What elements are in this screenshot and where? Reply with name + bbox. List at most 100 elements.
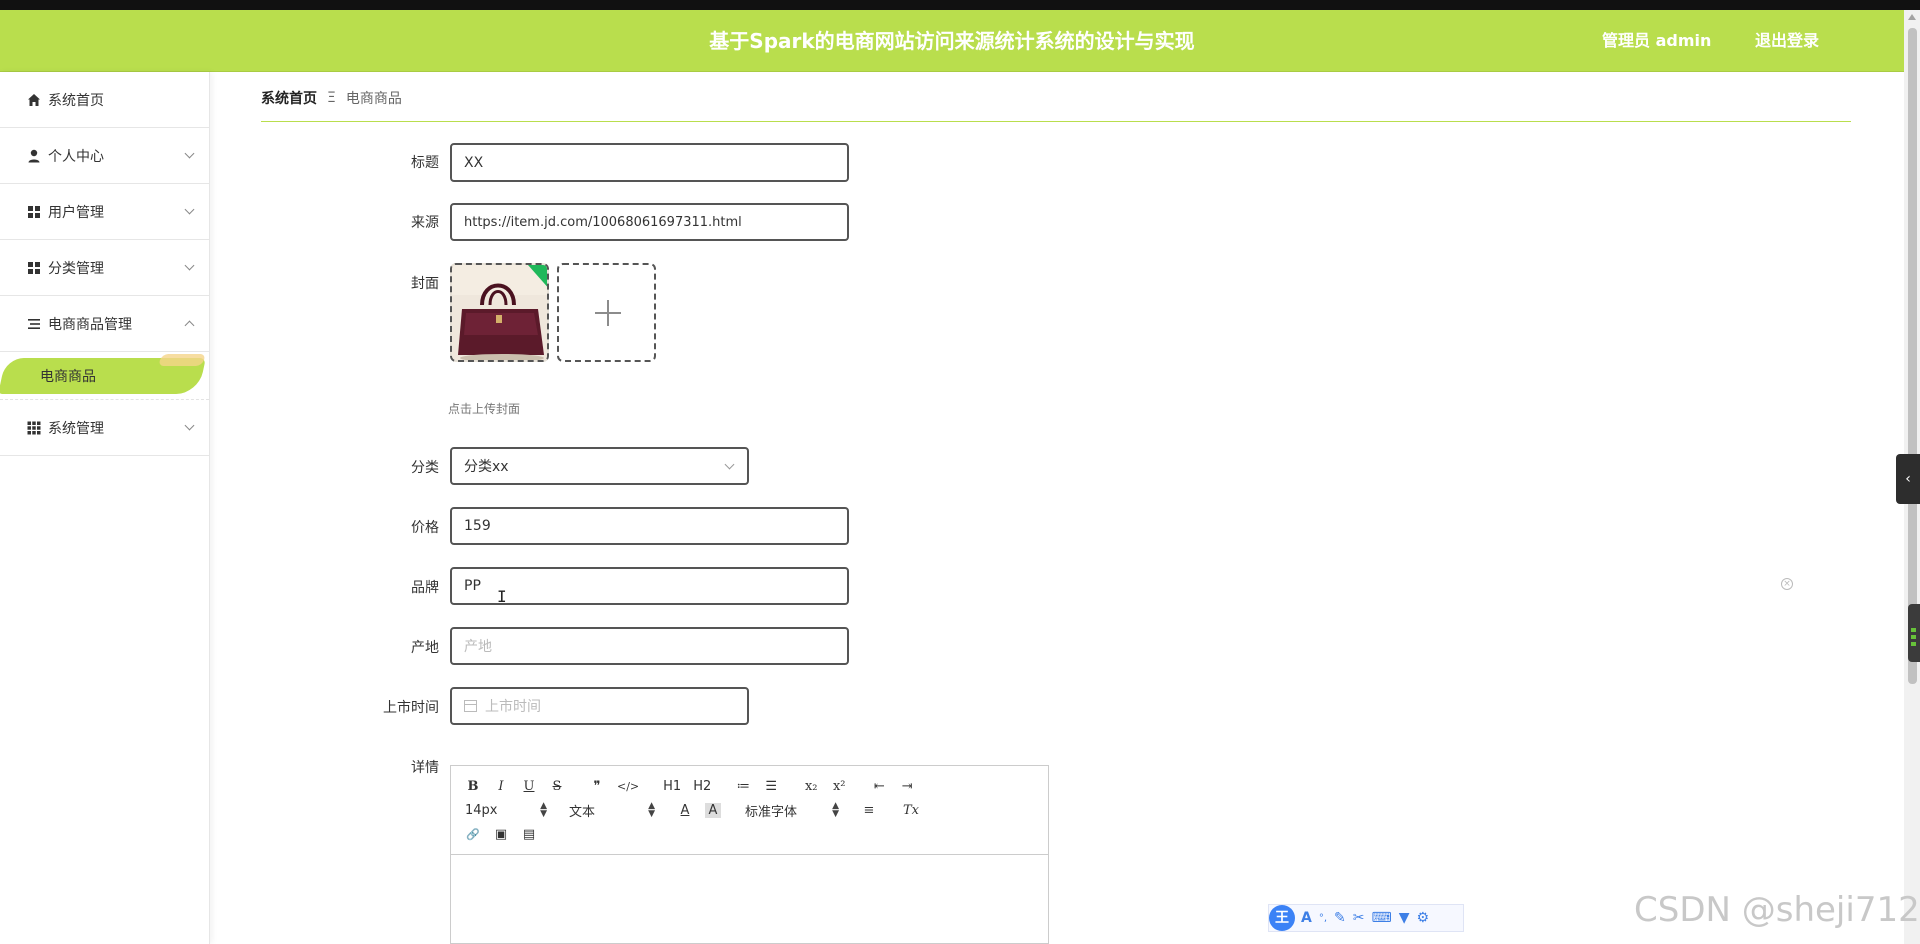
align-button[interactable]: ≡ — [861, 803, 877, 818]
launch-time-placeholder: 上市时间 — [485, 699, 541, 715]
ime-settings-icon[interactable]: ⚙ — [1417, 910, 1430, 926]
origin-input[interactable]: 产地 — [450, 627, 849, 665]
ordered-list-button[interactable]: ≔ — [735, 779, 751, 794]
price-input[interactable]: 159 — [450, 507, 849, 545]
brand-label: 品牌 — [411, 580, 439, 596]
editor-toolbar-row-2: 14px ▲ ▼ 文本 ▲ ▼ A A 标准字体 ▲ ▼ ≡ Tx — [465, 800, 931, 820]
strike-button[interactable]: S — [549, 779, 565, 794]
origin-placeholder: 产地 — [464, 639, 492, 655]
ime-skin-icon[interactable]: ▼ — [1399, 910, 1410, 926]
breadcrumb: 系统首页 Ξ 电商商品 — [261, 88, 402, 108]
sidebar-item-label: 个人中心 — [48, 148, 104, 165]
user-icon — [28, 149, 40, 162]
sidebar-item-categories[interactable]: 分类管理 — [0, 240, 209, 296]
code-block-button[interactable]: </> — [617, 780, 639, 793]
heading2-button[interactable]: H2 — [693, 779, 711, 794]
list-icon — [28, 318, 40, 329]
heading1-button[interactable]: H1 — [663, 779, 681, 794]
category-select[interactable]: 分类xx — [450, 447, 749, 485]
category-value: 分类xx — [464, 459, 509, 475]
italic-button[interactable]: I — [493, 779, 509, 794]
sidebar-item-profile[interactable]: 个人中心 — [0, 128, 209, 184]
editor-toolbar-row-3: 🔗 ▣ ▤ — [465, 824, 549, 844]
link-icon[interactable]: 🔗 — [465, 828, 481, 841]
ime-toolbar[interactable]: 王 A °, ✎ ✂ ⌨ ▼ ⚙ — [1268, 904, 1464, 932]
blockquote-button[interactable]: ❞ — [589, 779, 605, 794]
video-icon[interactable]: ▤ — [521, 827, 537, 842]
sidebar-item-label: 系统首页 — [48, 92, 104, 109]
breadcrumb-home[interactable]: 系统首页 — [261, 88, 317, 108]
bullet-list-button[interactable]: ☰ — [763, 779, 779, 794]
chevron-down-icon — [724, 459, 735, 470]
brand-value: PP — [464, 578, 481, 594]
indent-button[interactable]: ⇥ — [899, 779, 915, 794]
origin-label: 产地 — [411, 640, 439, 656]
price-value: 159 — [464, 518, 491, 534]
sidebar: 系统首页 个人中心 用户管理 分类管理 电商商品管理 电商商品 系统管理 — [0, 72, 210, 944]
apps-icon — [27, 421, 41, 434]
clear-format-button[interactable]: Tx — [903, 803, 919, 818]
handbag-image-icon — [452, 265, 547, 360]
font-size-select[interactable]: 14px ▲ ▼ — [465, 802, 547, 819]
sidebar-subitem-label: 电商商品 — [40, 368, 96, 385]
cover-upload-hint: 点击上传封面 — [448, 402, 521, 416]
sidebar-item-label: 电商商品管理 — [48, 316, 132, 333]
window-top-strip — [0, 0, 1920, 10]
updown-icon: ▲ ▼ — [648, 801, 655, 819]
editor-toolbar: B I U S ❞ </> H1 H2 ≔ ☰ x₂ x² ⇤ ⇥ 14px ▲ ▼… — [451, 766, 1048, 855]
sidebar-subitem-products[interactable]: 电商商品 — [0, 352, 209, 400]
chevron-down-icon — [184, 204, 195, 215]
source-value: https://item.jd.com/10068061697311.html — [464, 214, 742, 230]
ime-scissors-icon[interactable]: ✂ — [1353, 910, 1365, 926]
ime-pen-icon[interactable]: ✎ — [1334, 910, 1346, 926]
side-widget-tab[interactable] — [1908, 604, 1920, 662]
scrollbar-thumb[interactable] — [1908, 28, 1917, 684]
sidebar-item-label: 系统管理 — [48, 420, 104, 437]
sidebar-item-label: 用户管理 — [48, 204, 104, 221]
top-header: 基于Spark的电商网站访问来源统计系统的设计与实现 管理员 admin 退出登… — [0, 10, 1904, 72]
sidebar-item-users[interactable]: 用户管理 — [0, 184, 209, 240]
bold-button[interactable]: B — [465, 779, 481, 794]
image-icon[interactable]: ▣ — [493, 827, 509, 842]
details-label: 详情 — [411, 760, 439, 776]
rich-text-editor[interactable]: B I U S ❞ </> H1 H2 ≔ ☰ x₂ x² ⇤ ⇥ 14px ▲ ▼… — [450, 765, 1049, 944]
font-family-select[interactable]: 标准字体 ▲ ▼ — [745, 801, 839, 820]
cover-upload-button[interactable] — [557, 263, 656, 362]
collapse-panel-button[interactable]: ‹ — [1896, 454, 1920, 504]
ime-font-icon[interactable]: A — [1301, 910, 1312, 926]
outdent-button[interactable]: ⇤ — [871, 779, 887, 794]
scroll-up-arrow-icon[interactable] — [1908, 14, 1916, 20]
ime-keyboard-icon[interactable]: ⌨ — [1372, 910, 1392, 926]
updown-icon: ▲ ▼ — [832, 801, 839, 819]
cover-image-thumbnail[interactable] — [450, 263, 549, 362]
launch-time-picker[interactable]: 上市时间 — [450, 687, 749, 725]
launch-time-label: 上市时间 — [383, 700, 439, 716]
sidebar-item-system[interactable]: 系统管理 — [0, 400, 209, 456]
ime-punctuation-icon[interactable]: °, — [1319, 913, 1327, 924]
source-label: 来源 — [411, 215, 439, 231]
price-label: 价格 — [411, 520, 439, 536]
superscript-button[interactable]: x² — [831, 779, 847, 794]
grid-icon — [28, 205, 40, 218]
clear-circle-icon[interactable]: × — [1781, 578, 1793, 590]
block-type-select[interactable]: 文本 ▲ ▼ — [569, 801, 655, 820]
title-input[interactable]: XX — [450, 143, 849, 182]
category-label: 分类 — [411, 460, 439, 476]
chevron-down-icon — [184, 420, 195, 431]
brand-input[interactable]: PP — [450, 567, 849, 605]
chevron-down-icon — [184, 148, 195, 159]
admin-label: 管理员 admin — [1602, 31, 1712, 50]
logout-button[interactable]: 退出登录 — [1755, 10, 1819, 72]
subscript-button[interactable]: x₂ — [803, 779, 819, 794]
watermark: CSDN @sheji712 — [1634, 890, 1920, 930]
editor-content-area[interactable] — [451, 855, 1048, 943]
sidebar-item-products[interactable]: 电商商品管理 — [0, 296, 209, 352]
chevron-down-icon — [184, 260, 195, 271]
cover-label: 封面 — [411, 276, 439, 292]
font-color-button[interactable]: A — [677, 803, 693, 818]
editor-toolbar-row-1: B I U S ❞ </> H1 H2 ≔ ☰ x₂ x² ⇤ ⇥ — [465, 776, 927, 796]
underline-button[interactable]: U — [521, 779, 537, 794]
sidebar-item-home[interactable]: 系统首页 — [0, 72, 209, 128]
background-color-button[interactable]: A — [705, 802, 721, 818]
source-input[interactable]: https://item.jd.com/10068061697311.html — [450, 203, 849, 241]
